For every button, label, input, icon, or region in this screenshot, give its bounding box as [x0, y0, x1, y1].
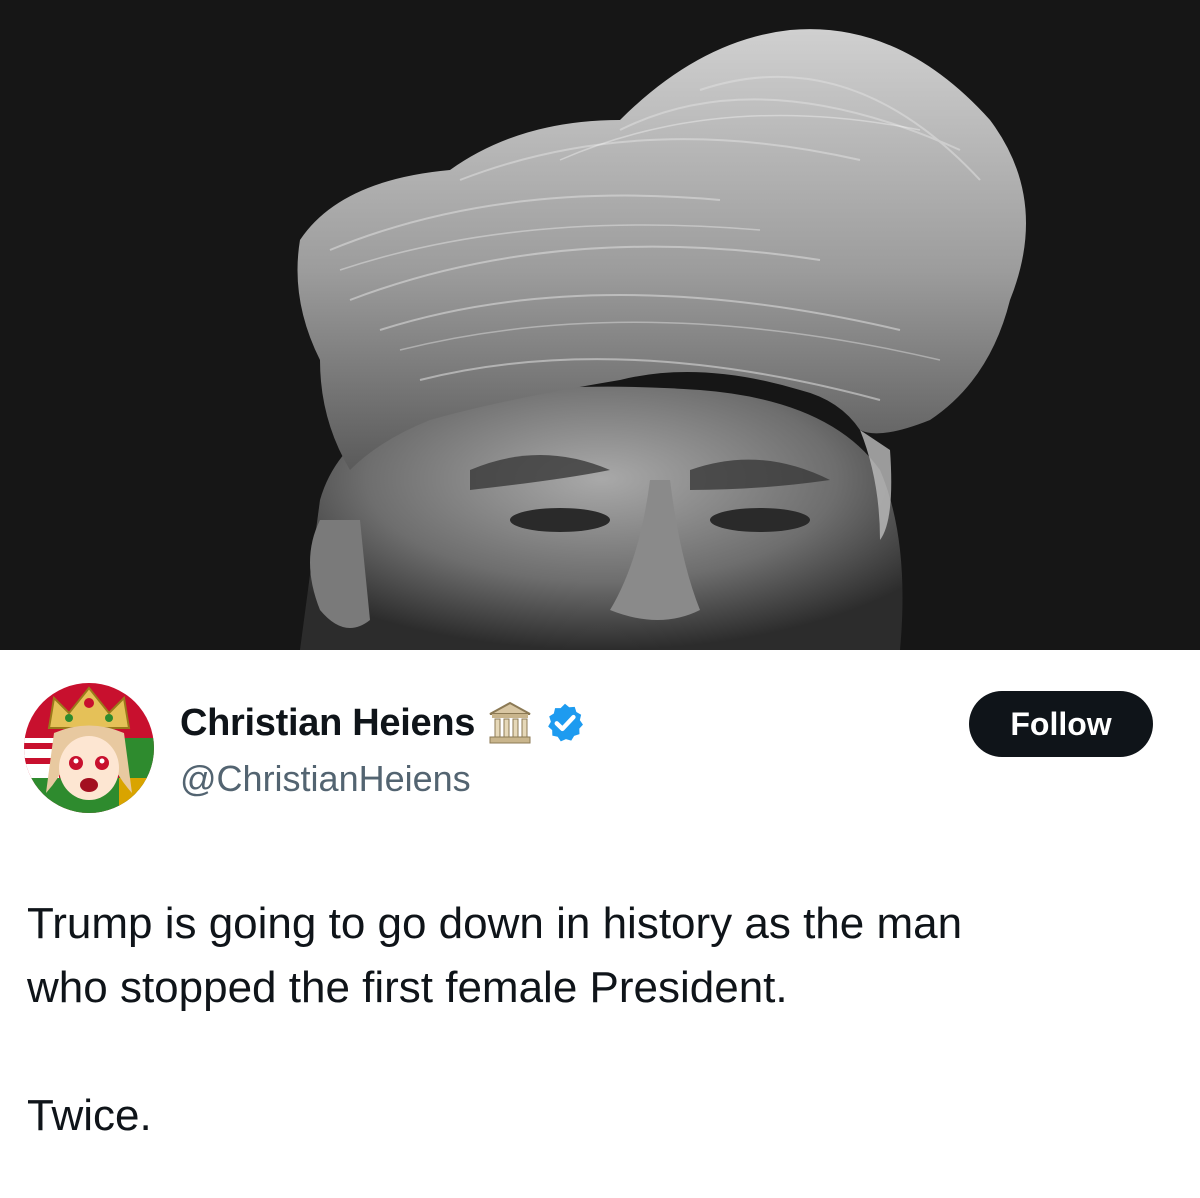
post-text: Trump is going to go down in history as … — [27, 892, 1167, 1148]
anime-avatar-with-crown — [24, 683, 154, 813]
post-image[interactable] — [0, 0, 1200, 650]
author-display-name[interactable]: Christian Heiens — [180, 702, 475, 745]
post-text-line: Twice. — [27, 1091, 152, 1140]
avatar[interactable] — [24, 683, 154, 813]
post-screenshot: Christian Heiens @ChristianHeiens Follow… — [0, 0, 1200, 1198]
portrait-photo — [0, 0, 1200, 650]
classical-building-icon — [489, 701, 531, 744]
post-text-line: Trump is going to go down in history as … — [27, 899, 963, 948]
verified-badge-icon — [548, 703, 584, 742]
author-handle[interactable]: @ChristianHeiens — [180, 758, 471, 800]
post-text-line: who stopped the first female President. — [27, 963, 788, 1012]
follow-button[interactable]: Follow — [969, 691, 1153, 757]
post-body: Christian Heiens @ChristianHeiens Follow… — [0, 650, 1200, 1198]
author-name-row[interactable]: Christian Heiens — [180, 698, 587, 748]
